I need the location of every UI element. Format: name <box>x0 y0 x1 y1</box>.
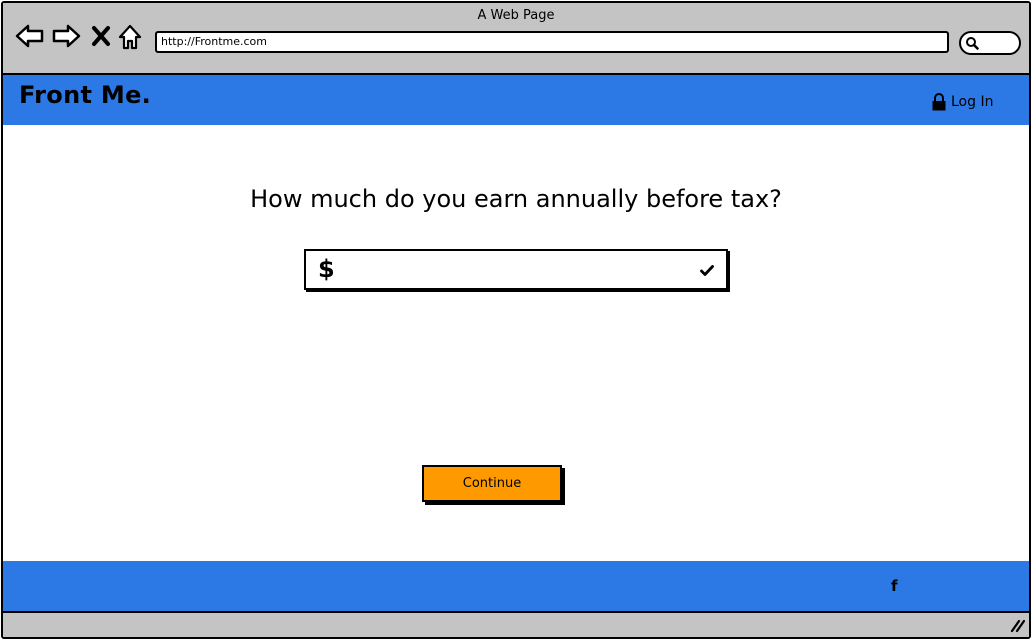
login-button[interactable]: Log In <box>931 93 993 111</box>
brand-logo[interactable]: Front Me. <box>19 81 151 109</box>
continue-button[interactable]: Continue <box>422 465 562 502</box>
resize-handle-icon[interactable] <box>1009 618 1026 637</box>
login-label: Log In <box>951 94 994 110</box>
forward-arrow-icon[interactable] <box>51 23 81 53</box>
lock-icon <box>932 93 946 111</box>
site-footer: f <box>3 561 1029 611</box>
close-icon[interactable] <box>91 25 111 51</box>
browser-window: A Web Page http://Frontme.com Front Me. … <box>1 1 1031 639</box>
browser-chrome: A Web Page http://Frontme.com <box>3 3 1029 75</box>
home-icon[interactable] <box>117 23 143 55</box>
income-field[interactable]: $ <box>304 249 728 290</box>
currency-symbol: $ <box>318 255 335 283</box>
income-question: How much do you earn annually before tax… <box>250 185 782 213</box>
site-header: Front Me. Log In <box>3 75 1029 125</box>
search-icon <box>966 37 979 50</box>
url-bar[interactable]: http://Frontme.com <box>155 31 949 53</box>
checkmark-icon <box>700 262 714 281</box>
window-title: A Web Page <box>477 8 555 23</box>
browser-statusbar <box>3 611 1029 637</box>
income-input[interactable] <box>346 257 690 283</box>
facebook-icon[interactable]: f <box>891 577 898 595</box>
back-arrow-icon[interactable] <box>15 23 45 53</box>
browser-search-box[interactable] <box>959 31 1021 55</box>
